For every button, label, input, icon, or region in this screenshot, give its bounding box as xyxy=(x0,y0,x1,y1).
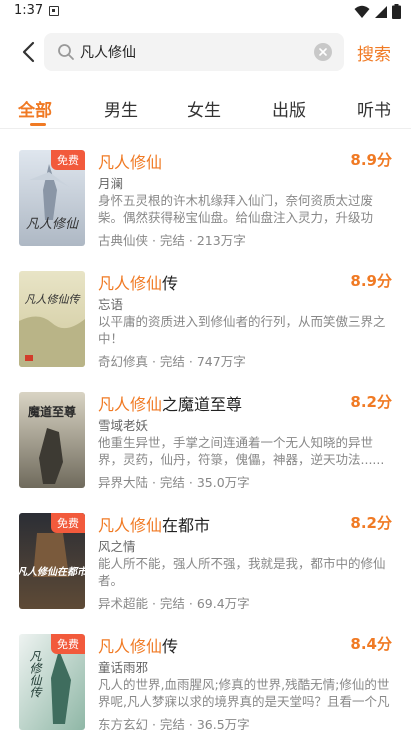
book-item[interactable]: 凡人修仙在都市 免费 凡人修仙在都市 8.2分 风之情 能人所不能，强人所不强，… xyxy=(0,492,411,613)
wifi-icon xyxy=(354,5,370,18)
book-cover: 凡人修仙传 xyxy=(19,271,85,367)
search-icon xyxy=(58,44,74,60)
search-button[interactable]: 搜索 xyxy=(357,40,391,65)
book-item[interactable]: 魔道至尊 凡人修仙之魔道至尊 8.2分 雪域老妖 他重生异世，手掌之间连通着一个… xyxy=(0,371,411,492)
book-item[interactable]: 凡人修仙 免费 凡人修仙 8.9分 月澜 身怀五灵根的许木机缘拜入仙门，奈何资质… xyxy=(0,129,411,250)
book-author: 风之情 xyxy=(98,539,136,554)
book-score: 8.2分 xyxy=(350,514,392,532)
book-meta: 奇幻修真 · 完结 · 747万字 xyxy=(98,354,246,369)
status-icons xyxy=(354,4,401,19)
book-cover: 凡人修仙在都市 免费 xyxy=(19,513,85,609)
book-author: 月澜 xyxy=(98,176,124,191)
back-button[interactable] xyxy=(14,38,42,66)
book-list: 凡人修仙 免费 凡人修仙 8.9分 月澜 身怀五灵根的许木机缘拜入仙门，奈何资质… xyxy=(0,129,411,730)
book-title: 凡人修仙传 xyxy=(98,274,179,293)
tab-publish[interactable]: 出版 xyxy=(272,96,306,121)
notification-icon xyxy=(49,6,59,16)
tab-audiobook[interactable]: 听书 xyxy=(357,96,391,121)
book-meta: 东方玄幻 · 完结 · 36.5万字 xyxy=(98,717,250,730)
tab-active-indicator xyxy=(30,123,46,126)
book-cover: 凡修仙传 免费 xyxy=(19,634,85,730)
search-header: 搜索 xyxy=(0,24,411,82)
clear-icon xyxy=(319,48,327,56)
category-tabs: 全部 男生 女生 出版 听书 xyxy=(0,90,411,130)
book-author: 忘语 xyxy=(98,297,124,312)
book-description: 凡人的世界,血雨腥风;修真的世界,残酷无情;修仙的世界呢,凡人梦寐以求的境界真的… xyxy=(98,677,390,709)
cover-title: 魔道至尊 xyxy=(28,404,76,419)
book-description: 以平庸的资质进入到修仙者的行列，从而笑傲三界之中！ xyxy=(98,314,386,346)
cover-title: 凡修仙传 xyxy=(27,650,42,698)
free-badge: 免费 xyxy=(51,513,85,533)
book-description: 身怀五灵根的许木机缘拜入仙门，奈何资质太过废柴。偶然获得秘宝仙盘。给仙盘注入灵力… xyxy=(98,193,374,225)
book-score: 8.9分 xyxy=(350,272,392,290)
tab-all[interactable]: 全部 xyxy=(18,96,52,121)
book-meta: 古典仙侠 · 完结 · 213万字 xyxy=(98,233,246,248)
book-title: 凡人修仙传 xyxy=(98,637,179,656)
book-cover: 凡人修仙 免费 xyxy=(19,150,85,246)
book-title: 凡人修仙之魔道至尊 xyxy=(98,395,243,414)
book-title: 凡人修仙 xyxy=(98,153,163,172)
book-description: 他重生异世，手掌之间连通着一个无人知晓的异世界，灵药，仙丹，符箓，傀儡，神器，逆… xyxy=(98,435,385,467)
book-item[interactable]: 凡人修仙传 凡人修仙传 8.9分 忘语 以平庸的资质进入到修仙者的行列，从而笑傲… xyxy=(0,250,411,371)
book-meta: 异术超能 · 完结 · 69.4万字 xyxy=(98,596,250,611)
free-badge: 免费 xyxy=(51,634,85,654)
book-item[interactable]: 凡修仙传 免费 凡人修仙传 8.4分 童话雨邪 凡人的世界,血雨腥风;修真的世界… xyxy=(0,613,411,730)
signal-icon xyxy=(375,5,387,18)
book-description: 能人所不能，强人所不强，我就是我，都市中的修仙者。 xyxy=(98,556,386,588)
clear-button[interactable] xyxy=(314,43,332,61)
book-score: 8.4分 xyxy=(350,635,392,653)
book-author: 雪域老妖 xyxy=(98,418,149,433)
status-time: 1:37 xyxy=(14,3,44,18)
book-score: 8.9分 xyxy=(350,151,392,169)
battery-icon xyxy=(392,4,401,19)
book-title: 凡人修仙在都市 xyxy=(98,516,211,535)
book-meta: 异界大陆 · 完结 · 35.0万字 xyxy=(98,475,250,490)
book-score: 8.2分 xyxy=(350,393,392,411)
tab-female[interactable]: 女生 xyxy=(187,96,221,121)
book-cover: 魔道至尊 xyxy=(19,392,85,488)
cover-title: 凡人修仙在都市 xyxy=(19,566,85,578)
book-author: 童话雨邪 xyxy=(98,660,149,675)
search-input[interactable] xyxy=(80,33,308,71)
free-badge: 免费 xyxy=(51,150,85,170)
back-arrow-icon xyxy=(22,41,35,63)
status-bar: 1:37 xyxy=(0,0,411,24)
cover-title: 凡人修仙传 xyxy=(25,293,81,306)
cover-title: 凡人修仙 xyxy=(26,217,79,232)
tab-male[interactable]: 男生 xyxy=(104,96,138,121)
search-box[interactable] xyxy=(44,33,344,71)
